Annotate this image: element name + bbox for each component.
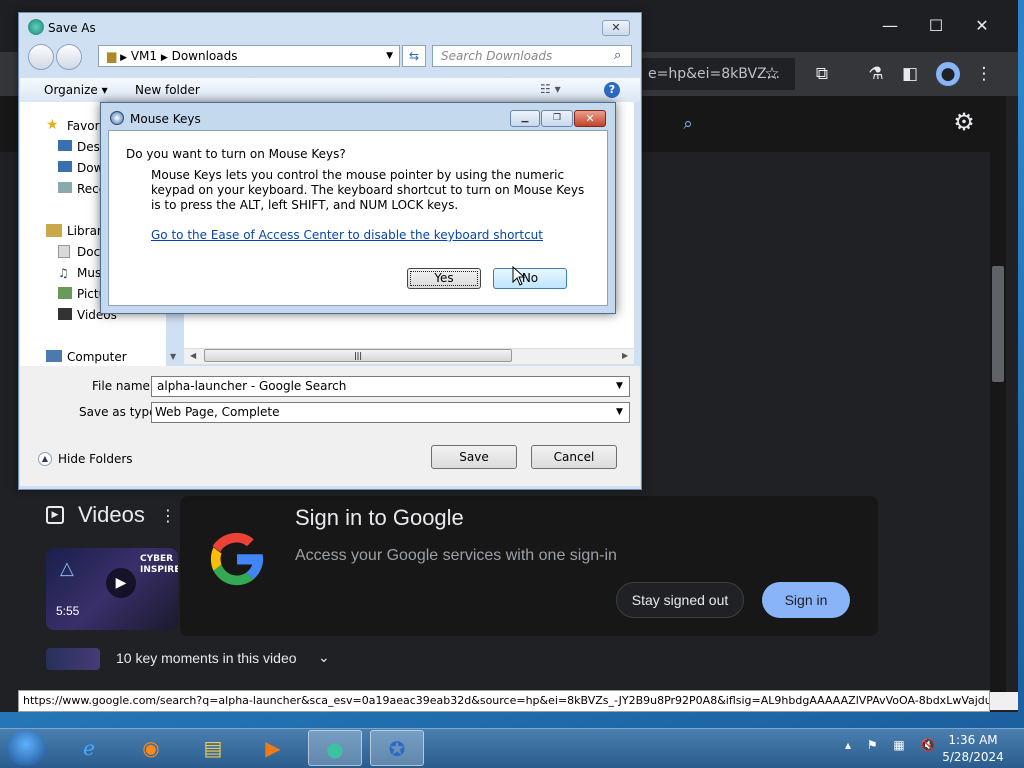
dropdown-arrow-icon[interactable]: ▼	[386, 46, 393, 66]
videos-heading: Videos	[78, 502, 145, 527]
view-options-icon[interactable]: ☷ ▾	[540, 82, 561, 96]
recent-places-icon	[58, 182, 72, 193]
save-as-title: Save As	[48, 21, 96, 35]
mouse-keys-question: Do you want to turn on Mouse Keys?	[126, 147, 346, 161]
side-panel-icon[interactable]: ◧	[898, 62, 922, 86]
video-section-icon: ▶	[46, 506, 64, 524]
downloads-icon	[58, 161, 72, 172]
file-name-input[interactable]: alpha-launcher - Google Search	[151, 376, 630, 397]
signin-subtitle: Access your Google services with one sig…	[295, 547, 617, 564]
maximize-button[interactable]: ☐	[916, 12, 956, 40]
link-status-bar: https://www.google.com/search?q=alpha-la…	[18, 690, 990, 712]
sign-in-button[interactable]: Sign in	[762, 582, 850, 618]
alpha-logo-icon: △	[60, 558, 74, 579]
cancel-button[interactable]: Cancel	[531, 445, 617, 469]
video-duration: 5:55	[56, 604, 80, 618]
search-icon[interactable]: ⌕	[676, 112, 700, 136]
yes-button[interactable]: Yes	[407, 268, 481, 289]
nav-music[interactable]: Mus	[77, 266, 101, 280]
labs-flask-icon[interactable]: ⚗	[864, 62, 888, 86]
mouse-keys-title: Mouse Keys	[130, 112, 201, 126]
vertical-scrollbar[interactable]	[990, 96, 1006, 692]
clock-date[interactable]: 5/28/2024	[940, 750, 1006, 764]
google-logo-icon	[210, 532, 264, 586]
minimize-icon[interactable]: ▁	[510, 110, 540, 127]
save-as-type-label: Save as type:	[79, 405, 161, 419]
scroll-left-icon[interactable]: ◀	[190, 351, 196, 360]
vertical-scroll-thumb[interactable]	[992, 266, 1004, 382]
internet-explorer-icon[interactable]: ℯ	[62, 730, 116, 766]
mouse-keys-description: Mouse Keys lets you control the mouse po…	[151, 168, 585, 212]
nav-computer[interactable]: Computer	[67, 350, 127, 364]
computer-icon	[46, 350, 62, 362]
extensions-icon[interactable]: ⧉	[810, 62, 834, 86]
close-icon[interactable]: ✕	[574, 110, 606, 127]
chevron-down-icon[interactable]: ▼	[616, 407, 623, 417]
bookmark-star-icon[interactable]: ☆	[760, 62, 784, 86]
refresh-icon[interactable]: ⇆	[402, 45, 426, 67]
gear-icon[interactable]: ⚙	[950, 110, 978, 138]
ease-of-access-link[interactable]: Go to the Ease of Access Center to disab…	[151, 228, 543, 242]
videos-icon	[58, 308, 72, 320]
chevron-right-icon: ▶	[120, 53, 127, 63]
save-as-type-select[interactable]: Web Page, Complete	[151, 402, 630, 423]
collapse-icon[interactable]: ▲	[38, 452, 52, 466]
firefox-icon[interactable]: ◉	[124, 730, 178, 766]
clock-time[interactable]: 1:36 AM	[940, 733, 1006, 747]
chrome-menu-icon[interactable]: ⋮	[972, 62, 996, 86]
back-icon[interactable]	[28, 44, 54, 70]
key-moments-thumbnail[interactable]	[46, 648, 100, 670]
music-icon: ♫	[58, 266, 69, 280]
desktop-icon	[58, 140, 72, 151]
forward-icon[interactable]	[56, 44, 82, 70]
profile-avatar-icon[interactable]: ●	[936, 62, 960, 86]
close-icon[interactable]: ✕	[602, 20, 630, 36]
file-name-label: File name:	[92, 379, 154, 393]
app-icon	[28, 19, 44, 35]
play-icon[interactable]: ▶	[106, 568, 136, 598]
new-folder-button[interactable]: New folder	[135, 83, 200, 97]
start-button-icon[interactable]	[6, 730, 46, 766]
search-downloads-input[interactable]: Search Downloads	[432, 45, 632, 67]
organize-button[interactable]: Organize ▾	[44, 83, 108, 97]
more-options-icon[interactable]: ⋮	[160, 506, 176, 525]
documents-icon	[58, 245, 70, 258]
chevron-right-icon: ▶	[160, 53, 168, 63]
close-button[interactable]: ✕	[962, 12, 1002, 40]
minimize-button[interactable]: —	[870, 12, 910, 40]
stay-signed-out-button[interactable]: Stay signed out	[616, 582, 744, 618]
system-tray[interactable]: ▴ ⚑ ▦ 🔇	[845, 738, 942, 752]
signin-title: Sign in to Google	[295, 505, 464, 530]
horizontal-scroll-thumb[interactable]: |||	[204, 349, 512, 362]
ease-of-access-taskbar-icon[interactable]: ✪	[370, 730, 424, 766]
save-button[interactable]: Save	[431, 445, 517, 469]
search-icon[interactable]: ⌕	[614, 48, 621, 63]
hide-folders-button[interactable]: Hide Folders	[58, 452, 133, 466]
star-icon: ★	[46, 117, 59, 133]
restore-icon[interactable]: ❐	[541, 110, 573, 127]
address-bar[interactable]: ▆ ▶ VM1 ▶ Downloads ▼	[98, 45, 400, 67]
thumbnail-text: CYBER INSPIRE	[140, 554, 178, 575]
mouse-cursor-icon	[512, 266, 526, 286]
breadcrumb-vm1[interactable]: VM1	[131, 49, 157, 63]
chevron-down-icon[interactable]: ▼	[616, 381, 623, 391]
chevron-down-icon[interactable]: ⌄	[318, 650, 330, 666]
media-player-icon[interactable]: ▶	[246, 730, 300, 766]
breadcrumb-downloads[interactable]: Downloads	[172, 49, 238, 63]
pictures-icon	[58, 287, 72, 299]
folder-icon: ▆	[107, 49, 117, 63]
key-moments-label[interactable]: 10 key moments in this video	[116, 650, 297, 666]
help-icon[interactable]: ?	[604, 82, 620, 98]
no-button[interactable]: No	[493, 268, 567, 289]
scroll-down-icon[interactable]: ▼	[170, 352, 176, 361]
file-explorer-icon[interactable]: ▤	[186, 730, 240, 766]
library-icon	[46, 224, 62, 237]
scrollbar-corner	[990, 692, 1018, 710]
scroll-right-icon[interactable]: ▶	[622, 351, 628, 360]
nav-favorites[interactable]: Favori	[67, 119, 103, 133]
chrome-taskbar-icon[interactable]: ●	[308, 730, 362, 766]
ease-of-access-icon	[110, 111, 124, 125]
